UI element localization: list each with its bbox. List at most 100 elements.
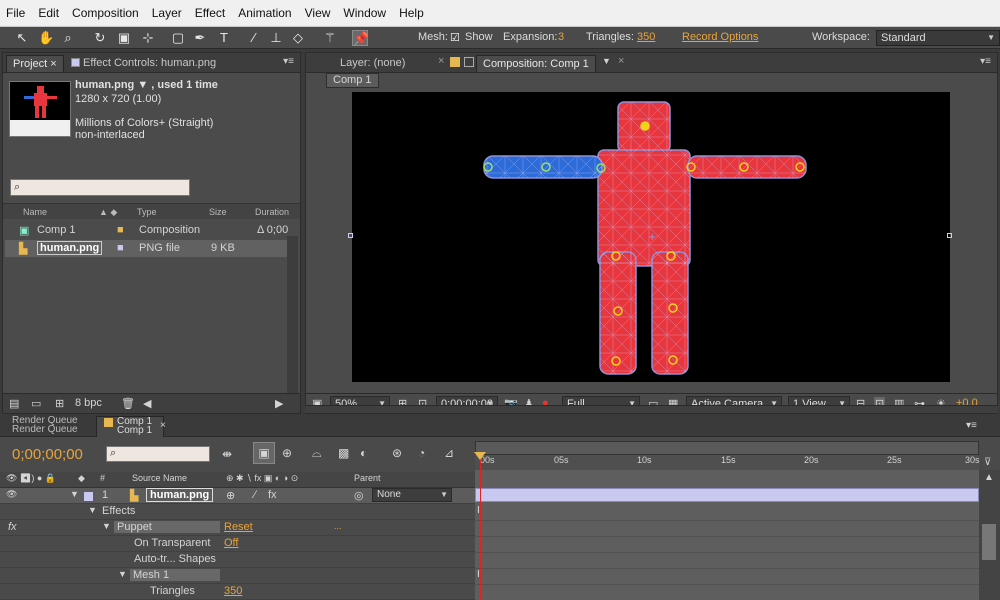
puppet-pin-tool-icon[interactable]: 📌 [352, 30, 369, 46]
expand-puppet-icon[interactable]: ▼ [102, 521, 111, 531]
quality-switch-icon[interactable]: ∕ [254, 489, 256, 501]
project-search-input[interactable]: ⌕ [10, 179, 190, 196]
expansion-value[interactable]: 3 [558, 31, 564, 43]
menu-edit[interactable]: Edit [38, 6, 59, 20]
scroll-thumb[interactable] [982, 524, 996, 560]
puppet-pin[interactable] [640, 121, 650, 131]
footage-name[interactable]: human.png ▼ , used 1 time [75, 79, 218, 91]
type-tool-icon[interactable]: T [216, 30, 232, 46]
table-row[interactable]: 👁 ▼ 1 ▙ human.png ⊕ ∕ fx ◎ None [0, 488, 475, 504]
col-size[interactable]: Size [209, 207, 227, 217]
menu-view[interactable]: View [305, 6, 331, 20]
expand-layer-icon[interactable]: ▼ [70, 489, 79, 499]
eraser-tool-icon[interactable]: ◇ [290, 30, 306, 46]
menu-effect[interactable]: Effect [195, 6, 225, 20]
menu-composition[interactable]: Composition [72, 6, 139, 20]
timeline-scrollbar[interactable]: ▲ [979, 470, 1000, 600]
tab-dropdown-icon[interactable]: ▼ [602, 56, 611, 66]
new-composition-icon[interactable]: ⊞ [55, 397, 64, 410]
tab-project[interactable]: Project × [6, 55, 64, 72]
pick-whip-icon[interactable]: ◎ [354, 489, 364, 502]
brush-tool-icon[interactable]: ∕ [246, 30, 262, 46]
pan-behind-tool-icon[interactable]: ⊹ [140, 30, 156, 46]
composition-breadcrumb[interactable]: Comp 1 [326, 73, 379, 88]
new-folder-icon[interactable]: ▭ [31, 397, 41, 410]
triangles-value[interactable]: 350 [224, 585, 242, 597]
playhead-line[interactable] [480, 455, 481, 600]
panel-menu-icon[interactable]: ▾≡ [980, 56, 991, 67]
show-checkbox-icon[interactable]: ☑ [450, 31, 460, 44]
trash-icon[interactable]: 🗑 [121, 397, 135, 410]
expand-effects-icon[interactable]: ▼ [88, 505, 97, 515]
pen-tool-icon[interactable]: ✒ [192, 30, 208, 46]
composition-scrollbar[interactable] [305, 405, 998, 413]
collapse-switch-icon[interactable]: ⊕ [226, 489, 235, 502]
clone-stamp-tool-icon[interactable]: ⊥ [268, 30, 284, 46]
work-area-bar[interactable] [475, 441, 979, 455]
menu-help[interactable]: Help [399, 6, 424, 20]
workspace-select[interactable]: Standard [876, 30, 1000, 46]
table-row[interactable]: Triangles 350 [0, 584, 475, 600]
menu-window[interactable]: Window [343, 6, 386, 20]
layer-label-color[interactable] [84, 492, 93, 501]
table-row[interactable]: ▼ Effects [0, 504, 475, 520]
triangles-value[interactable]: 350 [637, 31, 655, 43]
close-tab-icon[interactable]: × [160, 420, 166, 431]
layer-name[interactable]: human.png [146, 488, 214, 502]
frame-blending-icon[interactable]: ▩ [338, 446, 349, 460]
table-row[interactable]: ▼ Mesh 1 [0, 568, 475, 584]
rectangle-tool-icon[interactable]: ▢ [170, 30, 186, 46]
layer-duration-bar[interactable] [475, 488, 979, 502]
hand-tool-icon[interactable]: ✋ [38, 30, 54, 46]
col-type[interactable]: Type [137, 207, 157, 217]
color-depth-button[interactable]: 8 bpc [75, 397, 102, 409]
tab-layer[interactable]: Layer: (none) [334, 55, 411, 72]
tab-render-queue[interactable]: Render Queue Render Queue [12, 416, 78, 435]
table-row[interactable]: On Transparent Off [0, 536, 475, 552]
motion-blur-icon[interactable]: ◐ [360, 446, 367, 460]
table-row[interactable]: fx ▼ Puppet Reset ... [0, 520, 475, 536]
comp-mini-flowchart-icon[interactable]: ⇼ [222, 447, 232, 461]
puppet-effect-label[interactable]: Puppet [114, 521, 220, 533]
scroll-up-icon[interactable]: ▲ [984, 472, 994, 483]
expand-mesh-icon[interactable]: ▼ [118, 569, 127, 579]
composition-viewer[interactable]: + [352, 92, 950, 382]
visibility-icon[interactable]: 👁 [6, 489, 17, 500]
rotate-tool-icon[interactable]: ↻ [92, 30, 108, 46]
list-item[interactable]: ▣ Comp 1 ■ Composition Δ 0;00 [5, 222, 288, 239]
scroll-right-icon[interactable]: ▶ [275, 397, 283, 410]
parent-select[interactable]: None [372, 488, 452, 502]
list-item[interactable]: ▙ human.png ■ PNG file 9 KB [5, 240, 287, 257]
project-scrollbar[interactable] [287, 236, 298, 394]
lock-icon[interactable] [464, 57, 474, 67]
shy-layers-icon[interactable]: ⌓ [312, 446, 322, 461]
time-ruler[interactable]: 00s 05s 10s 15s 20s 25s 30s [475, 455, 980, 471]
about-link[interactable]: ... [334, 521, 342, 531]
live-update-icon[interactable]: ▣ [253, 442, 275, 464]
mesh-label[interactable]: Mesh 1 [130, 569, 220, 581]
effect-switch-icon[interactable]: fx [268, 489, 277, 501]
camera-tool-icon[interactable]: ▣ [116, 30, 132, 46]
current-time-display[interactable]: 0;00;00;00 [12, 446, 83, 463]
on-transparent-value[interactable]: Off [224, 537, 238, 549]
panel-menu-icon[interactable]: ▾≡ [283, 56, 294, 67]
layer-handle[interactable] [348, 233, 353, 238]
scroll-left-icon[interactable]: ◀ [143, 397, 151, 410]
tab-effect-controls[interactable]: Effect Controls: human.png [65, 55, 222, 72]
menu-layer[interactable]: Layer [152, 6, 182, 20]
col-duration[interactable]: Duration [255, 207, 289, 217]
draft-3d-icon[interactable]: ⊕ [282, 446, 292, 460]
fx-toggle[interactable]: fx [8, 521, 17, 533]
table-row[interactable]: Auto-tr... Shapes [0, 552, 475, 568]
menu-file[interactable]: File [6, 6, 25, 20]
tab-composition[interactable]: Composition: Comp 1 [476, 55, 596, 72]
timeline-tracks[interactable]: I I [475, 470, 979, 600]
col-parent[interactable]: Parent [354, 473, 381, 483]
interpret-footage-icon[interactable]: ▤ [9, 397, 19, 410]
graph-editor-icon[interactable]: ⊿ [444, 446, 454, 460]
col-source-name[interactable]: Source Name [132, 473, 187, 483]
panel-menu-icon[interactable]: ▾≡ [966, 420, 977, 431]
close-tab-icon[interactable]: × [618, 55, 624, 67]
zoom-in-icon[interactable]: ⊽ [984, 457, 991, 468]
col-num[interactable]: # [100, 473, 105, 483]
